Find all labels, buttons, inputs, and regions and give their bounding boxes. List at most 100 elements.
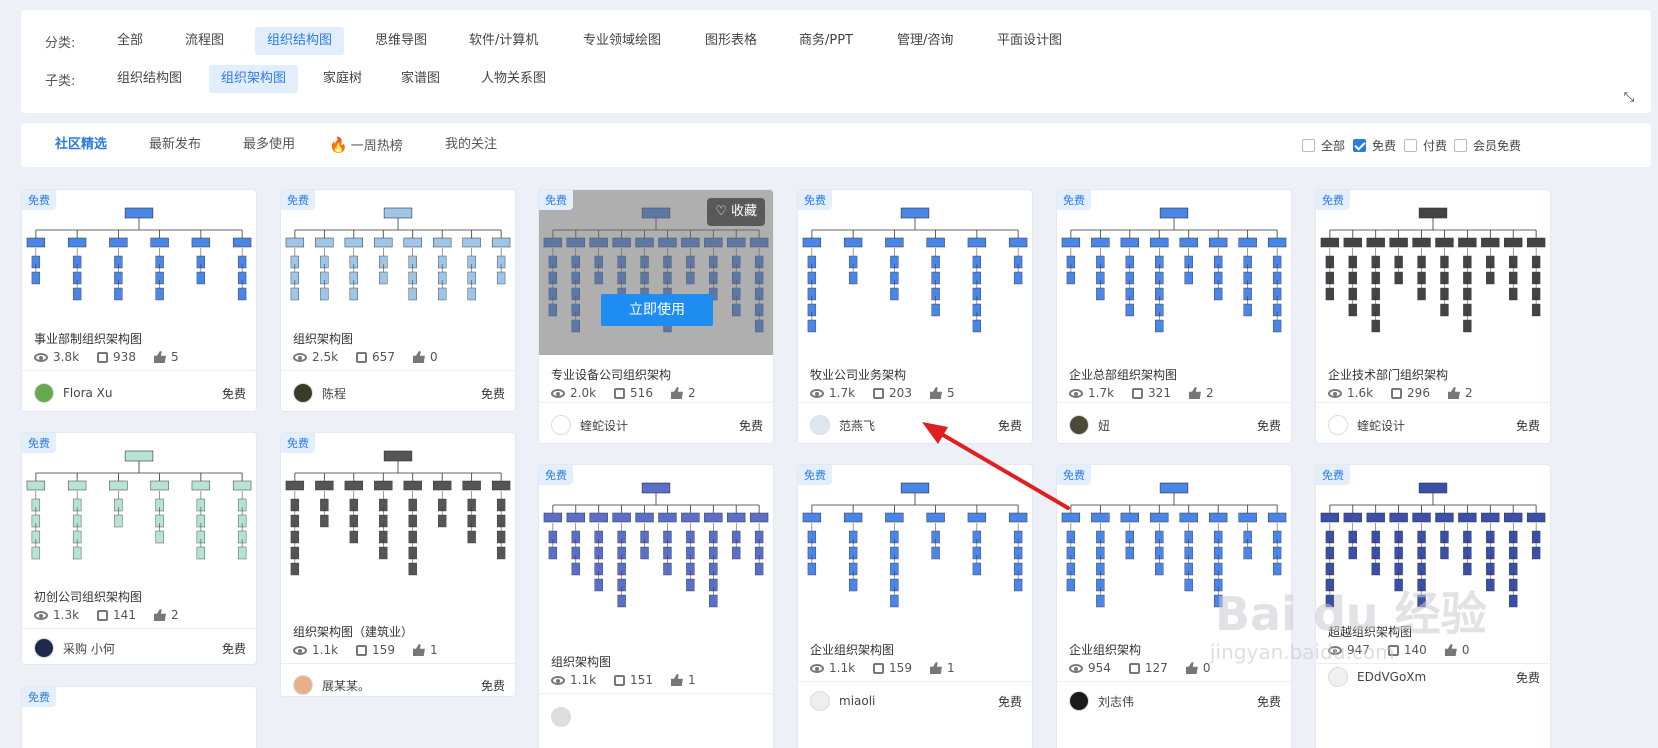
tab-community-picks[interactable]: 社区精选 bbox=[55, 123, 107, 167]
filter-check-member-free[interactable]: 会员免费 bbox=[1454, 137, 1521, 154]
template-card[interactable]: 免费 组织架构图（建筑业） 1.1k 159 1 展某某。 免费 bbox=[280, 432, 516, 697]
template-title[interactable]: 企业组织架构图 bbox=[810, 641, 894, 658]
likes-count: 2 bbox=[170, 608, 179, 622]
filter-check-paid[interactable]: 付费 bbox=[1404, 137, 1447, 154]
template-card-partial[interactable]: 免费 bbox=[21, 686, 257, 748]
template-title[interactable]: 企业技术部门组织架构 bbox=[1328, 366, 1448, 383]
subcategory-org-chart[interactable]: 组织架构图 bbox=[209, 65, 299, 93]
template-thumbnail[interactable] bbox=[539, 465, 773, 640]
template-title[interactable]: 组织架构图 bbox=[551, 653, 611, 670]
template-card[interactable]: 免费 牧业公司业务架构 1.7k 203 5 范燕飞 免费 bbox=[797, 189, 1033, 444]
copies-stat: 296 bbox=[1391, 386, 1430, 400]
template-card[interactable]: 免费 组织架构图 2.5k 657 0 陈程 免费 bbox=[280, 189, 516, 412]
category-org-structure[interactable]: 组织结构图 bbox=[255, 27, 345, 55]
template-stats: 1.7k 321 2 bbox=[1069, 386, 1214, 400]
template-title[interactable]: 组织架构图（建筑业） bbox=[293, 623, 413, 640]
subcategory-relationship[interactable]: 人物关系图 bbox=[469, 65, 558, 93]
author[interactable]: 蝰蛇设计 bbox=[551, 415, 628, 435]
category-software[interactable]: 软件/计算机 bbox=[457, 27, 550, 55]
card-divider bbox=[1057, 402, 1291, 403]
filter-check-all[interactable]: 全部 bbox=[1302, 137, 1345, 154]
category-mindmap[interactable]: 思维导图 bbox=[363, 27, 439, 55]
template-thumbnail[interactable] bbox=[22, 433, 256, 578]
copies-count: 141 bbox=[113, 608, 136, 622]
subcategory-org-structure[interactable]: 组织结构图 bbox=[105, 65, 194, 93]
likes-count: 5 bbox=[946, 386, 955, 400]
author[interactable]: 展某某。 bbox=[293, 675, 370, 695]
template-card[interactable]: 免费 超越组织架构图 947 140 0 EDdVGoXm 免费 bbox=[1315, 464, 1551, 748]
avatar bbox=[551, 707, 571, 727]
likes-count: 2 bbox=[687, 386, 696, 400]
template-thumbnail[interactable] bbox=[281, 433, 515, 608]
template-thumbnail[interactable] bbox=[281, 190, 515, 315]
category-management[interactable]: 管理/咨询 bbox=[885, 27, 965, 55]
author[interactable]: 范燕飞 bbox=[810, 415, 875, 435]
avatar bbox=[810, 415, 830, 435]
template-thumbnail[interactable] bbox=[798, 465, 1032, 625]
views-stat: 3.8k bbox=[34, 350, 79, 364]
template-card[interactable]: 免费 立即使用 ♡ 收藏 专业设备公司组织架构 2.0k 516 2 蝰蛇设计 免费 bbox=[538, 189, 774, 444]
tab-weekly-hot[interactable]: 🔥 一周热榜 bbox=[329, 123, 403, 167]
likes-count: 2 bbox=[1464, 386, 1473, 400]
expand-icon[interactable]: ⤡ bbox=[1621, 90, 1637, 106]
template-card[interactable]: 免费 组织架构图 1.1k 151 1 bbox=[538, 464, 774, 748]
template-title[interactable]: 事业部制组织架构图 bbox=[34, 330, 142, 347]
category-business-ppt[interactable]: 商务/PPT bbox=[787, 27, 865, 55]
template-title[interactable]: 企业组织架构 bbox=[1069, 641, 1141, 658]
template-card[interactable]: 免费 企业组织架构图 1.1k 159 1 miaoli 免费 bbox=[797, 464, 1033, 748]
category-graphic-design[interactable]: 平面设计图 bbox=[985, 27, 1074, 55]
author[interactable]: miaoli bbox=[810, 691, 875, 711]
template-thumbnail[interactable] bbox=[1316, 190, 1550, 355]
likes-stat: 2 bbox=[1188, 386, 1214, 400]
subcategory-label: 子类: bbox=[45, 74, 76, 89]
template-card[interactable]: 免费 初创公司组织架构图 1.3k 141 2 采购 小何 免费 bbox=[21, 432, 257, 665]
likes-count: 1 bbox=[687, 673, 696, 687]
avatar bbox=[1328, 667, 1348, 687]
category-all[interactable]: 全部 bbox=[105, 27, 155, 55]
template-title[interactable]: 初创公司组织架构图 bbox=[34, 588, 142, 605]
template-title[interactable]: 牧业公司业务架构 bbox=[810, 366, 906, 383]
avatar bbox=[34, 383, 54, 403]
favorite-button[interactable]: ♡ 收藏 bbox=[707, 198, 765, 226]
tab-most-used[interactable]: 最多使用 bbox=[243, 123, 295, 167]
author[interactable]: 蝰蛇设计 bbox=[1328, 415, 1405, 435]
author[interactable]: 采购 小何 bbox=[34, 638, 115, 658]
template-thumbnail[interactable] bbox=[1057, 190, 1291, 355]
author[interactable]: Flora Xu bbox=[34, 383, 113, 403]
template-card[interactable]: 免费 企业组织架构 954 127 0 刘志伟 免费 bbox=[1056, 464, 1292, 748]
author[interactable]: 妞 bbox=[1069, 415, 1110, 435]
author[interactable]: 刘志伟 bbox=[1069, 691, 1134, 711]
subcategory-genealogy[interactable]: 家谱图 bbox=[389, 65, 452, 93]
use-now-button[interactable]: 立即使用 bbox=[601, 294, 713, 326]
category-graphic-table[interactable]: 图形表格 bbox=[693, 27, 769, 55]
template-stats: 1.7k 203 5 bbox=[810, 386, 955, 400]
template-thumbnail[interactable] bbox=[1316, 465, 1550, 625]
template-thumbnail[interactable] bbox=[22, 190, 256, 315]
thumbs-up-icon bbox=[929, 662, 942, 674]
tab-following[interactable]: 我的关注 bbox=[445, 123, 497, 167]
card-divider bbox=[798, 402, 1032, 403]
category-professional[interactable]: 专业领域绘图 bbox=[571, 27, 673, 55]
price-label: 免费 bbox=[1256, 419, 1281, 433]
author[interactable]: EDdVGoXm bbox=[1328, 667, 1426, 687]
views-stat: 947 bbox=[1328, 643, 1370, 657]
author[interactable]: 陈程 bbox=[293, 383, 346, 403]
template-title[interactable]: 专业设备公司组织架构 bbox=[551, 366, 671, 383]
template-card[interactable]: 免费 事业部制组织架构图 3.8k 938 5 Flora Xu 免费 bbox=[21, 189, 257, 412]
category-flowchart[interactable]: 流程图 bbox=[173, 27, 236, 55]
free-badge: 免费 bbox=[1057, 190, 1091, 210]
template-title[interactable]: 超越组织架构图 bbox=[1328, 623, 1412, 640]
likes-count: 0 bbox=[1202, 661, 1211, 675]
template-thumbnail[interactable] bbox=[798, 190, 1032, 355]
tab-latest[interactable]: 最新发布 bbox=[149, 123, 201, 167]
price-label: 免费 bbox=[221, 387, 246, 401]
template-card[interactable]: 免费 企业总部组织架构图 1.7k 321 2 妞免费 bbox=[1056, 189, 1292, 444]
template-card[interactable]: 免费 企业技术部门组织架构 1.6k 296 2 蝰蛇设计 免费 bbox=[1315, 189, 1551, 444]
template-title[interactable]: 企业总部组织架构图 bbox=[1069, 366, 1177, 383]
subcategory-family-tree[interactable]: 家庭树 bbox=[311, 65, 374, 93]
likes-count: 5 bbox=[170, 350, 179, 364]
filter-check-free[interactable]: 免费 bbox=[1353, 137, 1396, 154]
template-title[interactable]: 组织架构图 bbox=[293, 330, 353, 347]
author[interactable] bbox=[551, 707, 580, 727]
template-thumbnail[interactable] bbox=[1057, 465, 1291, 625]
